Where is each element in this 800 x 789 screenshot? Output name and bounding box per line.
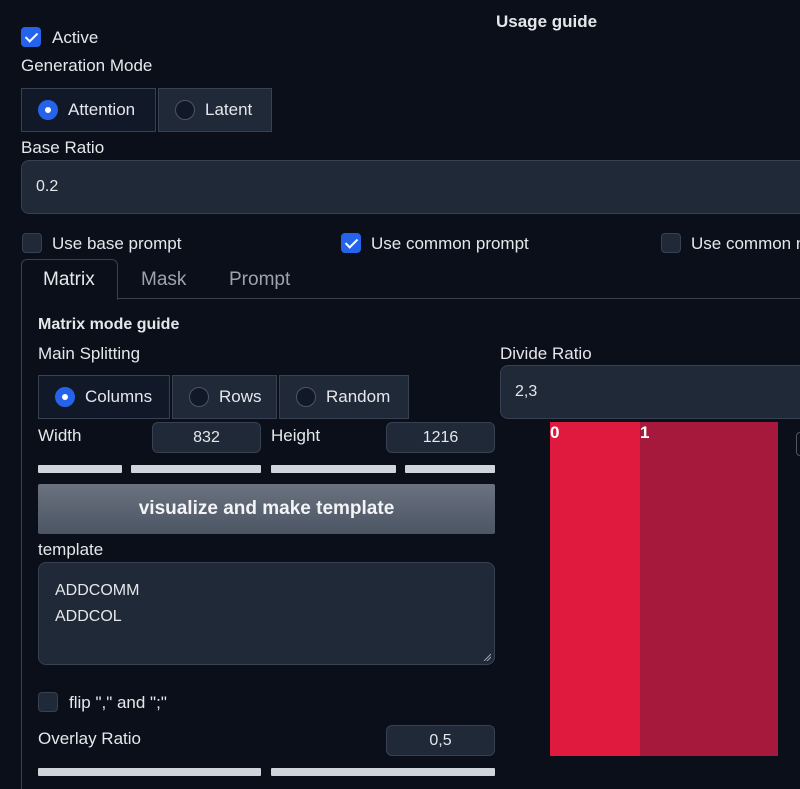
use-common-prompt-checkbox[interactable] [341,233,361,253]
height-value: 1216 [422,428,459,446]
preview-region-1-label: 1 [640,423,650,442]
height-label: Height [271,426,321,445]
use-common-negative-label: Use common n [691,234,800,253]
radio-dot-icon [38,100,58,120]
use-base-prompt-checkbox[interactable] [22,233,42,253]
width-slider-left[interactable] [38,465,122,473]
radio-attention-label: Attention [68,100,136,119]
use-common-prompt-label: Use common prompt [371,234,529,253]
divide-ratio-value: 2,3 [515,383,538,400]
resize-handle-icon[interactable] [483,653,491,661]
use-base-prompt-label: Use base prompt [52,234,182,253]
base-ratio-label: Base Ratio [21,138,105,157]
template-textarea[interactable]: ADDCOMM ADDCOL [38,562,495,665]
tab-matrix-label: Matrix [43,269,95,290]
radio-latent[interactable]: Latent [158,88,272,132]
visualize-template-label: visualize and make template [138,498,395,519]
width-slider-right[interactable] [131,465,261,473]
overlay-ratio-label: Overlay Ratio [38,729,141,748]
width-value: 832 [193,428,220,446]
usage-guide-heading: Usage guide [496,12,598,31]
height-slider-right[interactable] [405,465,495,473]
radio-dot-icon [189,387,209,407]
active-label: Active [52,28,99,47]
generation-mode-label: Generation Mode [21,56,153,75]
radio-rows[interactable]: Rows [172,375,277,419]
template-line-1: ADDCOMM [55,582,140,599]
radio-latent-label: Latent [205,100,253,119]
overlay-slider-right[interactable] [271,768,495,776]
radio-dot-icon [55,387,75,407]
preview-side-control[interactable] [796,432,800,456]
tab-prompt[interactable]: Prompt [229,269,290,291]
radio-rows-label: Rows [219,387,262,406]
preview-region-0 [550,422,640,756]
divide-ratio-label: Divide Ratio [500,344,592,363]
main-splitting-label: Main Splitting [38,344,141,363]
height-input[interactable]: 1216 [386,422,495,453]
radio-random-label: Random [326,387,391,406]
divide-ratio-input[interactable]: 2,3 [500,365,800,419]
overlay-ratio-value: 0,5 [429,731,452,749]
generation-mode-radio-group: Attention Latent [21,88,274,132]
radio-random[interactable]: Random [279,375,409,419]
template-label: template [38,540,104,559]
radio-dot-icon [296,387,316,407]
preview-region-1 [640,422,778,756]
active-checkbox[interactable] [21,27,41,47]
use-common-negative-checkbox[interactable] [661,233,681,253]
flip-label: flip "," and ";" [69,693,167,712]
base-ratio-value: 0.2 [36,178,59,195]
tab-mask[interactable]: Mask [141,269,186,291]
radio-attention[interactable]: Attention [21,88,156,132]
width-input[interactable]: 832 [152,422,261,453]
height-slider-left[interactable] [271,465,396,473]
radio-dot-icon [175,100,195,120]
main-splitting-radio-group: Columns Rows Random [38,375,411,419]
radio-columns[interactable]: Columns [38,375,170,419]
overlay-slider-left[interactable] [38,768,261,776]
matrix-mode-guide: Matrix mode guide [38,316,180,333]
visualize-template-button[interactable]: visualize and make template [38,484,495,534]
base-ratio-input[interactable]: 0.2 [21,160,800,214]
width-label: Width [38,426,82,445]
overlay-ratio-input[interactable]: 0,5 [386,725,495,756]
flip-checkbox[interactable] [38,692,58,712]
template-line-2: ADDCOL [55,608,122,625]
radio-columns-label: Columns [85,387,153,406]
preview-region-0-label: 0 [550,423,560,442]
